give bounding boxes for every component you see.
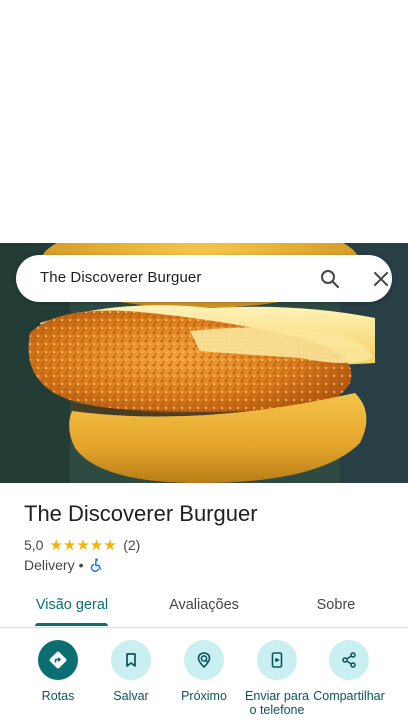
send-to-phone-label: Enviar para o telefone <box>245 689 309 717</box>
close-icon[interactable] <box>369 267 393 291</box>
stars-glyphs: ★★★★★ <box>49 536 117 554</box>
send-to-phone-button[interactable]: Enviar para o telefone <box>240 640 314 717</box>
place-page: The Discoverer Burguer The Discoverer Bu… <box>0 0 408 726</box>
directions-icon[interactable] <box>38 640 78 680</box>
nearby-button[interactable]: Próximo <box>167 640 241 703</box>
tabs-divider <box>0 627 408 628</box>
directions-button[interactable]: Rotas <box>21 640 95 703</box>
tab-reviews[interactable]: Avaliações <box>150 585 258 625</box>
share-icon[interactable] <box>329 640 369 680</box>
nearby-label: Próximo <box>181 689 227 703</box>
star-rating: ★★★★★ <box>49 538 117 553</box>
search-bar[interactable]: The Discoverer Burguer <box>16 255 392 302</box>
active-tab-indicator <box>35 623 108 626</box>
tab-overview[interactable]: Visão geral <box>20 585 124 625</box>
place-title: The Discoverer Burguer <box>24 501 258 526</box>
category-row: Delivery • <box>24 556 103 574</box>
save-label: Salvar <box>113 689 149 703</box>
tab-bar: Visão geral Avaliações Sobre <box>0 585 408 627</box>
rating-value: 5,0 <box>24 537 44 553</box>
bookmark-icon[interactable] <box>111 640 151 680</box>
rating-row[interactable]: 5,0 ★★★★★ (2) <box>24 536 140 554</box>
map-area[interactable] <box>0 0 408 243</box>
action-buttons: Rotas Salvar Próximo Enviar para o telef… <box>0 640 408 726</box>
category-label: Delivery <box>24 557 75 573</box>
share-button[interactable]: Compartilhar <box>312 640 386 703</box>
share-label: Compartilhar <box>313 689 385 703</box>
search-icon[interactable] <box>318 267 342 291</box>
save-button[interactable]: Salvar <box>94 640 168 703</box>
directions-label: Rotas <box>41 689 75 703</box>
send-to-phone-icon[interactable] <box>257 640 297 680</box>
wheelchair-accessible-icon[interactable] <box>89 558 103 572</box>
search-query-text[interactable]: The Discoverer Burguer <box>40 269 201 286</box>
nearby-icon[interactable] <box>184 640 224 680</box>
separator-dot: • <box>78 557 84 573</box>
tab-about[interactable]: Sobre <box>290 585 382 625</box>
review-count[interactable]: (2) <box>123 537 140 553</box>
